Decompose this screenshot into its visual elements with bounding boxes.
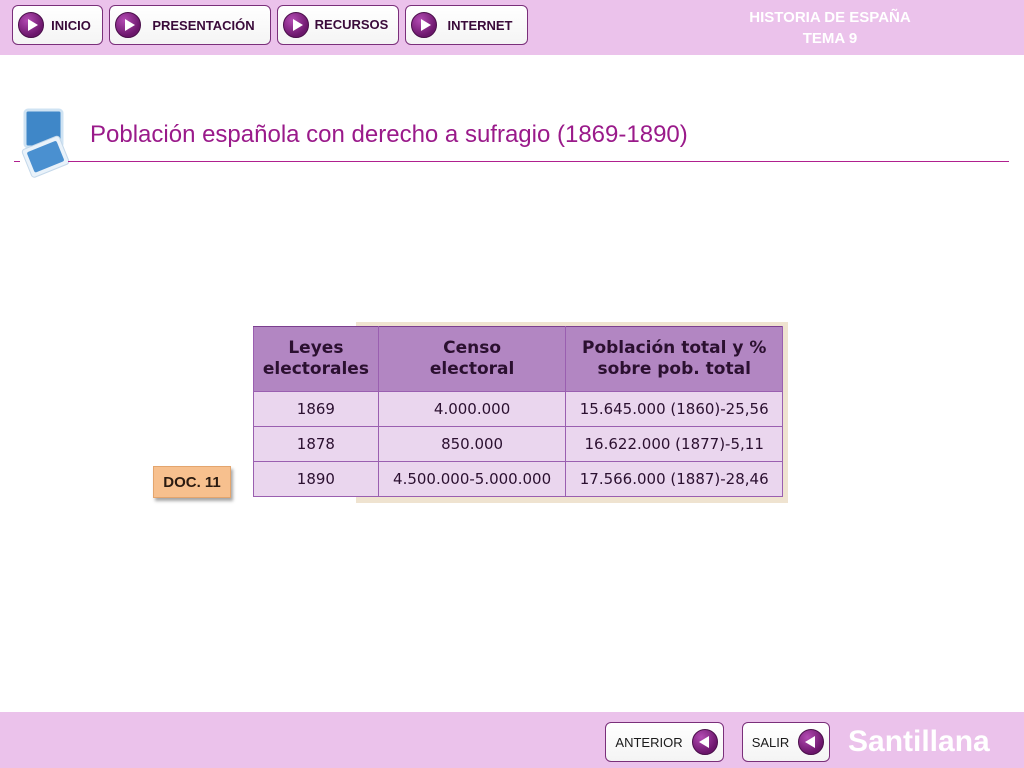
cell-poblacion: 15.645.000 (1860)-25,56 (565, 391, 783, 427)
back-arrow-icon (692, 729, 718, 755)
salir-label: SALIR (751, 734, 790, 750)
anterior-button[interactable]: ANTERIOR (605, 722, 724, 762)
cell-censo: 4.000.000 (377, 391, 567, 427)
back-arrow-icon (798, 729, 824, 755)
page-title: Población española con derecho a sufragi… (90, 121, 688, 148)
inicio-label: INICIO (51, 17, 91, 33)
santillana-logo: Santillana (848, 725, 990, 758)
course-unit: TEMA 9 (802, 30, 858, 47)
inicio-button[interactable]: INICIO (12, 5, 103, 45)
play-icon (283, 12, 309, 38)
salir-button[interactable]: SALIR (742, 722, 830, 762)
cell-censo: 4.500.000-5.000.000 (377, 461, 567, 497)
play-icon (115, 12, 141, 38)
document-stack-icon (21, 108, 70, 178)
cell-censo: 850.000 (377, 426, 567, 462)
suffrage-table: Leyes electorales Censo electoral Poblac… (253, 326, 783, 497)
doc-label: DOC. 11 (153, 466, 231, 498)
cell-ley: 1890 (253, 461, 379, 497)
anterior-label: ANTERIOR (615, 734, 683, 750)
presentacion-button[interactable]: PRESENTACIÓN (109, 5, 271, 45)
cell-ley: 1878 (253, 426, 379, 462)
presentacion-label: PRESENTACIÓN (152, 17, 255, 33)
header-poblacion: Población total y % sobre pob. total (565, 326, 783, 392)
recursos-label: RECURSOS (314, 16, 389, 32)
title-rule (68, 161, 1009, 162)
header-censo: Censo electoral (377, 326, 567, 392)
internet-button[interactable]: INTERNET (405, 5, 528, 45)
internet-label: INTERNET (447, 17, 513, 33)
play-icon (18, 12, 44, 38)
course-title: HISTORIA DE ESPAÑA TEMA 9 (700, 7, 960, 49)
recursos-button[interactable]: RECURSOS (277, 5, 399, 45)
header-leyes: Leyes electorales (253, 326, 379, 392)
table-row: 1869 4.000.000 15.645.000 (1860)-25,56 (253, 391, 783, 427)
cell-poblacion: 17.566.000 (1887)-28,46 (565, 461, 783, 497)
table-header-row: Leyes electorales Censo electoral Poblac… (253, 326, 783, 392)
cell-poblacion: 16.622.000 (1877)-5,11 (565, 426, 783, 462)
play-icon (411, 12, 437, 38)
course-name: HISTORIA DE ESPAÑA (749, 9, 911, 26)
title-rule-left (14, 161, 20, 162)
table-row: 1890 4.500.000-5.000.000 17.566.000 (188… (253, 461, 783, 497)
cell-ley: 1869 (253, 391, 379, 427)
table-row: 1878 850.000 16.622.000 (1877)-5,11 (253, 426, 783, 462)
